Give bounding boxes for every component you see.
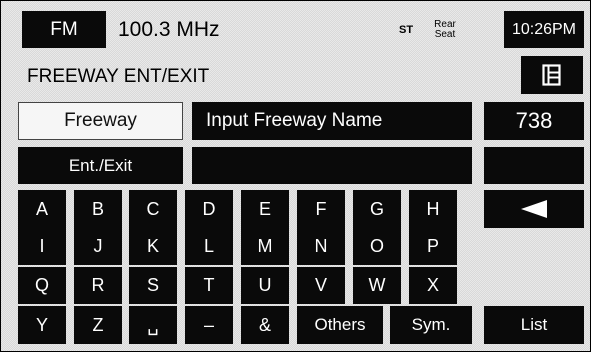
map-book-icon bbox=[542, 64, 561, 86]
backspace-arrow-icon bbox=[521, 200, 547, 218]
key-h[interactable]: H bbox=[409, 190, 457, 228]
list-button[interactable]: List bbox=[484, 306, 584, 344]
key-q[interactable]: Q bbox=[18, 267, 66, 304]
key-m[interactable]: M bbox=[241, 228, 289, 265]
name-input-field[interactable] bbox=[192, 147, 472, 184]
key-ampersand[interactable]: & bbox=[241, 306, 289, 344]
key-k[interactable]: K bbox=[129, 228, 177, 265]
key-c[interactable]: C bbox=[129, 190, 177, 228]
key-e[interactable]: E bbox=[241, 190, 289, 228]
nav-screen: FM 100.3 MHz ST Rear Seat 10:26PM FREEWA… bbox=[0, 0, 591, 352]
key-dash[interactable]: – bbox=[185, 306, 233, 344]
key-j[interactable]: J bbox=[74, 228, 122, 265]
count-spacer bbox=[484, 147, 584, 184]
stereo-indicator: ST bbox=[399, 23, 414, 36]
clock-display[interactable]: 10:26PM bbox=[504, 11, 584, 48]
key-s[interactable]: S bbox=[129, 267, 177, 304]
key-space[interactable]: ␣ bbox=[129, 306, 177, 344]
rear-seat-indicator: Rear Seat bbox=[425, 11, 465, 48]
key-l[interactable]: L bbox=[185, 228, 233, 265]
key-t[interactable]: T bbox=[185, 267, 233, 304]
input-prompt: Input Freeway Name bbox=[192, 102, 472, 140]
rear-seat-label: Rear Seat bbox=[434, 18, 456, 40]
key-x[interactable]: X bbox=[409, 267, 457, 304]
key-g[interactable]: G bbox=[353, 190, 401, 228]
frequency-display: 100.3 MHz bbox=[118, 17, 220, 41]
key-i[interactable]: I bbox=[18, 228, 66, 265]
key-w[interactable]: W bbox=[353, 267, 401, 304]
key-y[interactable]: Y bbox=[18, 306, 66, 344]
key-n[interactable]: N bbox=[297, 228, 345, 265]
ent-exit-mode-button[interactable]: Ent./Exit bbox=[18, 147, 183, 184]
key-f[interactable]: F bbox=[297, 190, 345, 228]
map-book-button[interactable] bbox=[521, 56, 583, 94]
key-o[interactable]: O bbox=[353, 228, 401, 265]
backspace-button[interactable] bbox=[484, 190, 584, 228]
key-b[interactable]: B bbox=[74, 190, 122, 228]
key-p[interactable]: P bbox=[409, 228, 457, 265]
key-a[interactable]: A bbox=[18, 190, 66, 228]
others-button[interactable]: Others bbox=[297, 306, 383, 344]
freeway-mode-button[interactable]: Freeway bbox=[18, 102, 183, 140]
page-title: FREEWAY ENT/EXIT bbox=[27, 66, 210, 87]
key-v[interactable]: V bbox=[297, 267, 345, 304]
key-u[interactable]: U bbox=[241, 267, 289, 304]
key-z[interactable]: Z bbox=[74, 306, 122, 344]
key-d[interactable]: D bbox=[185, 190, 233, 228]
sym-button[interactable]: Sym. bbox=[390, 306, 472, 344]
key-r[interactable]: R bbox=[74, 267, 122, 304]
result-count: 738 bbox=[484, 102, 584, 140]
band-button[interactable]: FM bbox=[22, 11, 106, 48]
